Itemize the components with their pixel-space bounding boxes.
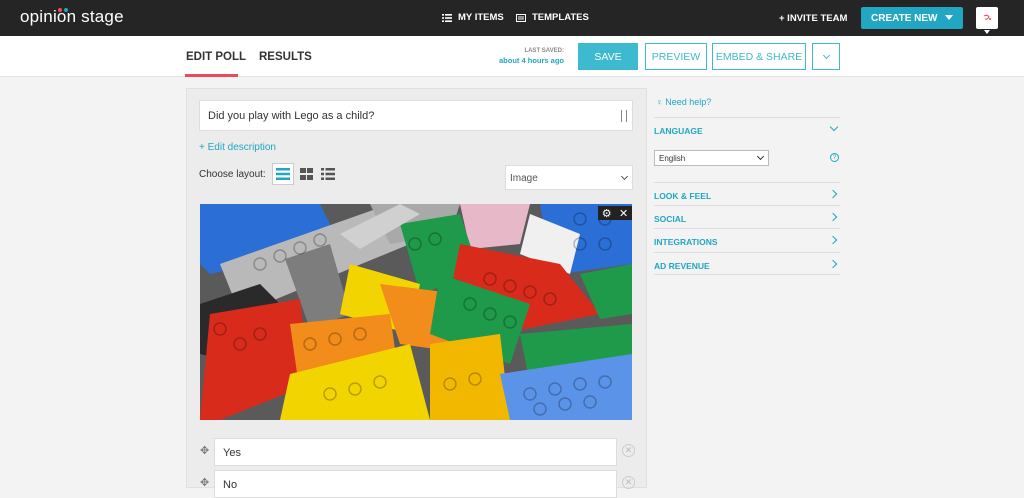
drag-handle-icon[interactable]: ✥ [200,478,210,489]
chevron-right-icon [828,235,838,245]
chevron-right-icon [828,212,838,222]
active-tab-indicator [185,74,238,77]
section-look-feel-label: LOOK & FEEL [654,191,712,201]
create-new-button[interactable]: CREATE NEW [861,7,963,29]
avatar-logo-icon [983,14,991,20]
layout-rows-icon [276,168,290,180]
section-look-feel[interactable]: LOOK & FEEL [654,182,840,205]
opinion-stage-logo[interactable]: opinion stage [20,7,124,27]
media-type-select[interactable]: Image [505,165,633,190]
section-language-label: LANGUAGE [654,126,703,136]
language-value: English [659,154,686,163]
template-icon [516,13,526,22]
choose-layout-label: Choose layout: [199,169,266,180]
lightbulb-icon: ♀ [656,97,663,107]
caret-down-icon [945,15,953,20]
logo-dot-red [58,8,62,12]
preview-button[interactable]: PREVIEW [645,43,707,70]
section-integrations-label: INTEGRATIONS [654,237,718,247]
create-new-label: CREATE NEW [871,12,938,24]
top-navbar: opinion stage MY ITEMS TEMPLATES + INVIT… [0,0,1024,36]
invite-team-button[interactable]: + INVITE TEAM [779,13,847,24]
layout-list-icon [321,168,335,180]
section-ad-revenue-label: AD REVENUE [654,261,710,271]
chevron-down-icon [822,51,830,59]
need-help-label: Need help? [665,97,712,107]
chevron-right-icon [828,189,838,199]
need-help-link[interactable]: ♀ Need help? [656,97,711,107]
avatar[interactable] [976,7,998,29]
chevron-down-icon [756,152,765,161]
layout-option-list[interactable] [317,163,339,185]
text-format-icon[interactable] [621,110,627,122]
save-button[interactable]: SAVE [578,43,638,70]
last-saved-time: about 4 hours ago [498,56,564,65]
answer-text: No [223,479,238,491]
nav-templates-label: TEMPLATES [532,12,589,23]
question-text: Did you play with Lego as a child? [208,110,375,122]
remove-answer-icon[interactable]: ✕ [622,476,635,489]
layout-grid-icon [299,168,313,180]
section-integrations[interactable]: INTEGRATIONS [654,228,840,251]
nav-my-items-label: MY ITEMS [458,12,504,23]
section-ad-revenue[interactable]: AD REVENUE [654,252,840,275]
chevron-down-icon [620,172,629,181]
answer-input-1[interactable]: Yes [214,438,617,466]
last-saved-label: LAST SAVED: [524,48,564,54]
embed-share-button[interactable]: EMBED & SHARE [712,43,806,70]
layout-option-list-large[interactable] [272,163,294,185]
close-icon[interactable]: ✕ [619,207,628,220]
answer-text: Yes [223,447,241,459]
language-select[interactable]: English [654,150,769,166]
chevron-down-icon [829,122,839,132]
edit-description-link[interactable]: + Edit description [199,142,276,153]
answer-input-2[interactable]: No [214,470,617,498]
tab-edit-poll[interactable]: EDIT POLL [186,51,246,63]
layout-option-grid[interactable] [295,163,317,185]
tab-results[interactable]: RESULTS [259,51,312,63]
media-type-value: Image [510,173,538,184]
section-social[interactable]: SOCIAL [654,205,840,228]
help-question-icon[interactable]: ? [830,153,839,162]
list-icon [442,13,452,22]
drag-handle-icon[interactable]: ✥ [200,446,210,457]
more-options-button[interactable] [812,43,840,70]
section-language[interactable]: LANGUAGE [654,117,840,140]
image-controls: ⚙ ✕ [598,206,632,220]
settings-gear-icon[interactable]: ⚙ [602,207,612,220]
editor-toolbar: EDIT POLL RESULTS LAST SAVED: about 4 ho… [0,36,1024,77]
section-social-label: SOCIAL [654,214,687,224]
avatar-caret-icon[interactable] [984,30,990,34]
question-input[interactable]: Did you play with Lego as a child? [199,100,633,131]
poll-image [200,204,632,420]
nav-templates[interactable]: TEMPLATES [516,12,589,23]
chevron-right-icon [828,259,838,269]
nav-my-items[interactable]: MY ITEMS [442,12,504,23]
lego-bricks-image [200,204,632,420]
remove-answer-icon[interactable]: ✕ [622,444,635,457]
logo-text: opinion stage [20,7,124,26]
logo-dot-blue [64,8,68,12]
